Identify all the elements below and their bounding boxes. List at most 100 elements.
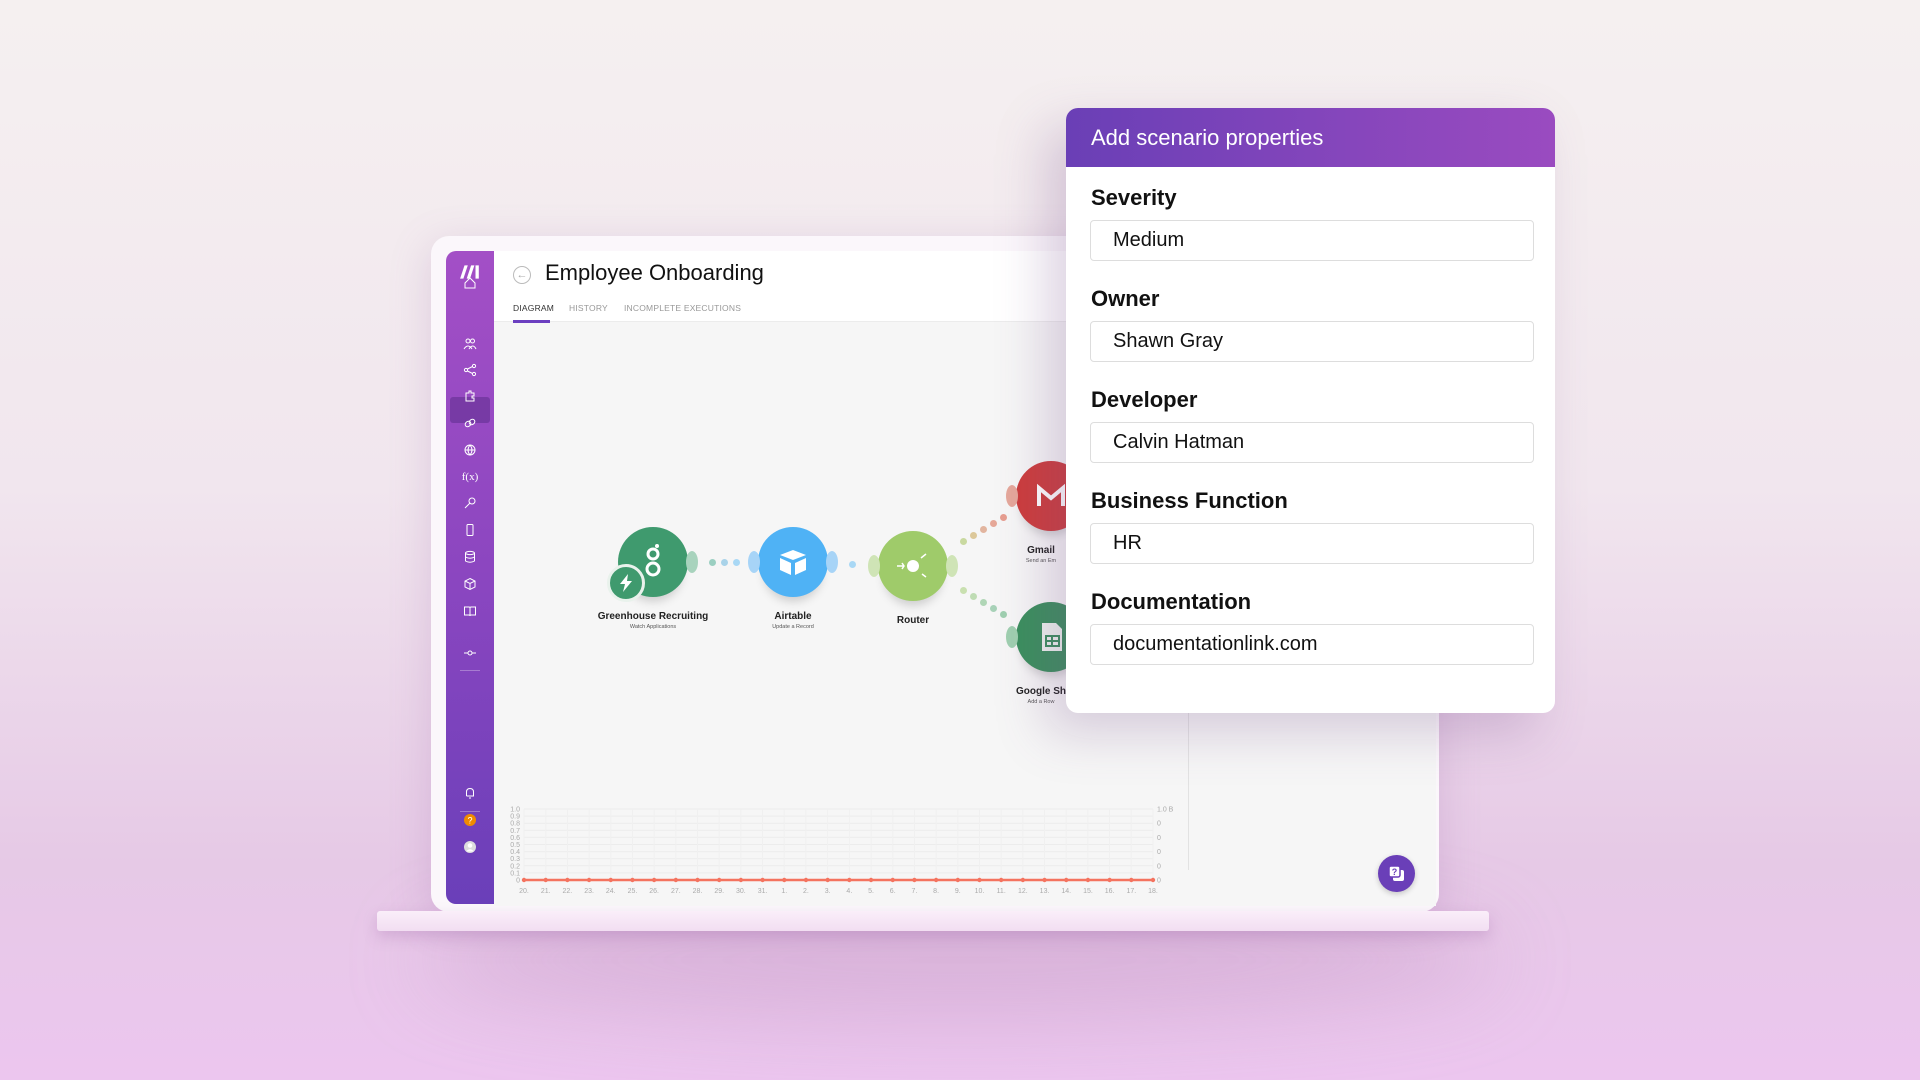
y2-tick-label: 0 bbox=[1157, 835, 1161, 842]
connection-dot bbox=[979, 598, 987, 606]
x-tick-label: 10. bbox=[975, 888, 985, 895]
y-tick-label: 0.3 bbox=[510, 856, 520, 863]
sidebar-help-icon[interactable]: ? bbox=[446, 809, 494, 831]
x-tick-label: 13. bbox=[1040, 888, 1050, 895]
data-point bbox=[977, 877, 982, 883]
y2-tick-label: 0 bbox=[1157, 821, 1161, 828]
database-icon bbox=[465, 550, 475, 563]
y2-tick-label: 0 bbox=[1157, 878, 1161, 885]
y2-tick-label: 0 bbox=[1157, 849, 1161, 856]
module-node[interactable] bbox=[758, 527, 828, 597]
sidebar-database-icon[interactable] bbox=[446, 546, 494, 568]
sidebar-link-icon[interactable] bbox=[446, 412, 494, 434]
connection-dot bbox=[969, 531, 977, 539]
data-point bbox=[803, 877, 809, 883]
data-point bbox=[1150, 877, 1156, 883]
data-point bbox=[738, 877, 744, 883]
sidebar-puzzle-icon[interactable] bbox=[446, 385, 494, 407]
connector-handle[interactable] bbox=[686, 551, 698, 573]
data-point bbox=[847, 877, 852, 883]
svg-text:?: ? bbox=[1391, 867, 1397, 877]
x-tick-label: 7. bbox=[911, 888, 917, 895]
help-chat-button[interactable]: ? bbox=[1378, 855, 1415, 892]
trigger-badge bbox=[607, 564, 645, 602]
data-point bbox=[1129, 877, 1134, 883]
puzzle-icon bbox=[465, 390, 475, 402]
sidebar-home-icon[interactable] bbox=[446, 272, 494, 294]
connector-handle[interactable] bbox=[1006, 626, 1018, 648]
connector-handle[interactable] bbox=[748, 551, 760, 573]
share-icon bbox=[463, 363, 477, 377]
tab-incomplete-executions[interactable]: INCOMPLETE EXECUTIONS bbox=[624, 303, 741, 313]
avatar-icon bbox=[464, 841, 476, 853]
x-tick-label: 23. bbox=[584, 888, 594, 895]
connector-handle[interactable] bbox=[826, 551, 838, 573]
sidebar-divider bbox=[460, 670, 480, 671]
data-point bbox=[1020, 877, 1026, 883]
laptop-base bbox=[377, 911, 1489, 931]
developer-field[interactable]: Calvin Hatman bbox=[1090, 422, 1534, 463]
x-tick-label: 2. bbox=[803, 888, 809, 895]
y-tick-label: 1.0 bbox=[510, 807, 520, 814]
connector-handle[interactable] bbox=[1006, 485, 1018, 507]
connector-handle[interactable] bbox=[946, 555, 958, 577]
airtable-logo-icon bbox=[780, 550, 806, 575]
data-point bbox=[521, 877, 527, 883]
y-tick-label: 0.9 bbox=[510, 814, 520, 821]
help-cards-icon: ? bbox=[1387, 864, 1404, 881]
sidebar: f(x)? bbox=[446, 251, 494, 904]
data-point bbox=[565, 877, 570, 883]
function-icon: f(x) bbox=[461, 471, 479, 483]
severity-field[interactable]: Medium bbox=[1090, 220, 1534, 261]
sidebar-function-icon[interactable]: f(x) bbox=[446, 466, 494, 488]
users-icon bbox=[463, 338, 477, 350]
data-point bbox=[760, 877, 765, 883]
module-node[interactable] bbox=[878, 531, 948, 601]
connection-dot bbox=[989, 519, 997, 527]
x-tick-label: 4. bbox=[846, 888, 852, 895]
x-tick-label: 30. bbox=[736, 888, 746, 895]
sidebar-key-icon[interactable] bbox=[446, 492, 494, 514]
y-tick-label: 0.5 bbox=[510, 842, 520, 849]
sidebar-commit-icon[interactable] bbox=[446, 642, 494, 664]
svg-text:?: ? bbox=[467, 816, 472, 826]
x-tick-label: 25. bbox=[628, 888, 638, 895]
module-action: Watch Applications bbox=[629, 624, 677, 630]
x-tick-label: 11. bbox=[997, 888, 1006, 895]
owner-field[interactable]: Shawn Gray bbox=[1090, 321, 1534, 362]
x-tick-label: 15. bbox=[1083, 888, 1093, 895]
sidebar-cube-icon[interactable] bbox=[446, 573, 494, 595]
x-tick-label: 6. bbox=[890, 888, 896, 895]
connection-dot bbox=[708, 558, 716, 566]
y-tick-label: 0.8 bbox=[510, 821, 520, 828]
connection-dot bbox=[969, 592, 977, 600]
x-tick-label: 12. bbox=[1018, 888, 1028, 895]
business-function-field[interactable]: HR bbox=[1090, 523, 1534, 564]
sidebar-avatar-icon[interactable] bbox=[446, 836, 494, 858]
sidebar-book-icon[interactable] bbox=[446, 600, 494, 622]
sidebar-share-icon[interactable] bbox=[446, 359, 494, 381]
y-tick-label: 0.4 bbox=[510, 849, 520, 856]
router-icon bbox=[897, 553, 927, 578]
sidebar-bell-icon[interactable] bbox=[446, 782, 494, 804]
panel-header: Add scenario properties bbox=[1066, 108, 1555, 167]
back-button[interactable]: ← bbox=[513, 266, 531, 284]
documentation-field[interactable]: documentationlink.com bbox=[1090, 624, 1534, 665]
documentation-label: Documentation bbox=[1091, 589, 1252, 614]
module-name: Gmail bbox=[1027, 545, 1055, 556]
owner-label: Owner bbox=[1091, 286, 1160, 311]
tab-history[interactable]: HISTORY bbox=[569, 303, 608, 313]
active-tab-indicator bbox=[513, 320, 550, 323]
bell-icon bbox=[466, 787, 474, 799]
connection-dot bbox=[732, 558, 740, 566]
phone-icon bbox=[466, 524, 474, 536]
sidebar-phone-icon[interactable] bbox=[446, 519, 494, 541]
sidebar-users-icon[interactable] bbox=[446, 333, 494, 355]
tab-diagram[interactable]: DIAGRAM bbox=[513, 303, 554, 313]
sidebar-globe-icon[interactable] bbox=[446, 439, 494, 461]
connector-handle[interactable] bbox=[868, 555, 880, 577]
data-point bbox=[912, 877, 917, 883]
operations-chart: 1.00.90.80.70.60.50.40.30.20.101.0 B0000… bbox=[510, 807, 1173, 896]
page-title: Employee Onboarding bbox=[545, 260, 764, 285]
connection-dot bbox=[979, 525, 987, 533]
